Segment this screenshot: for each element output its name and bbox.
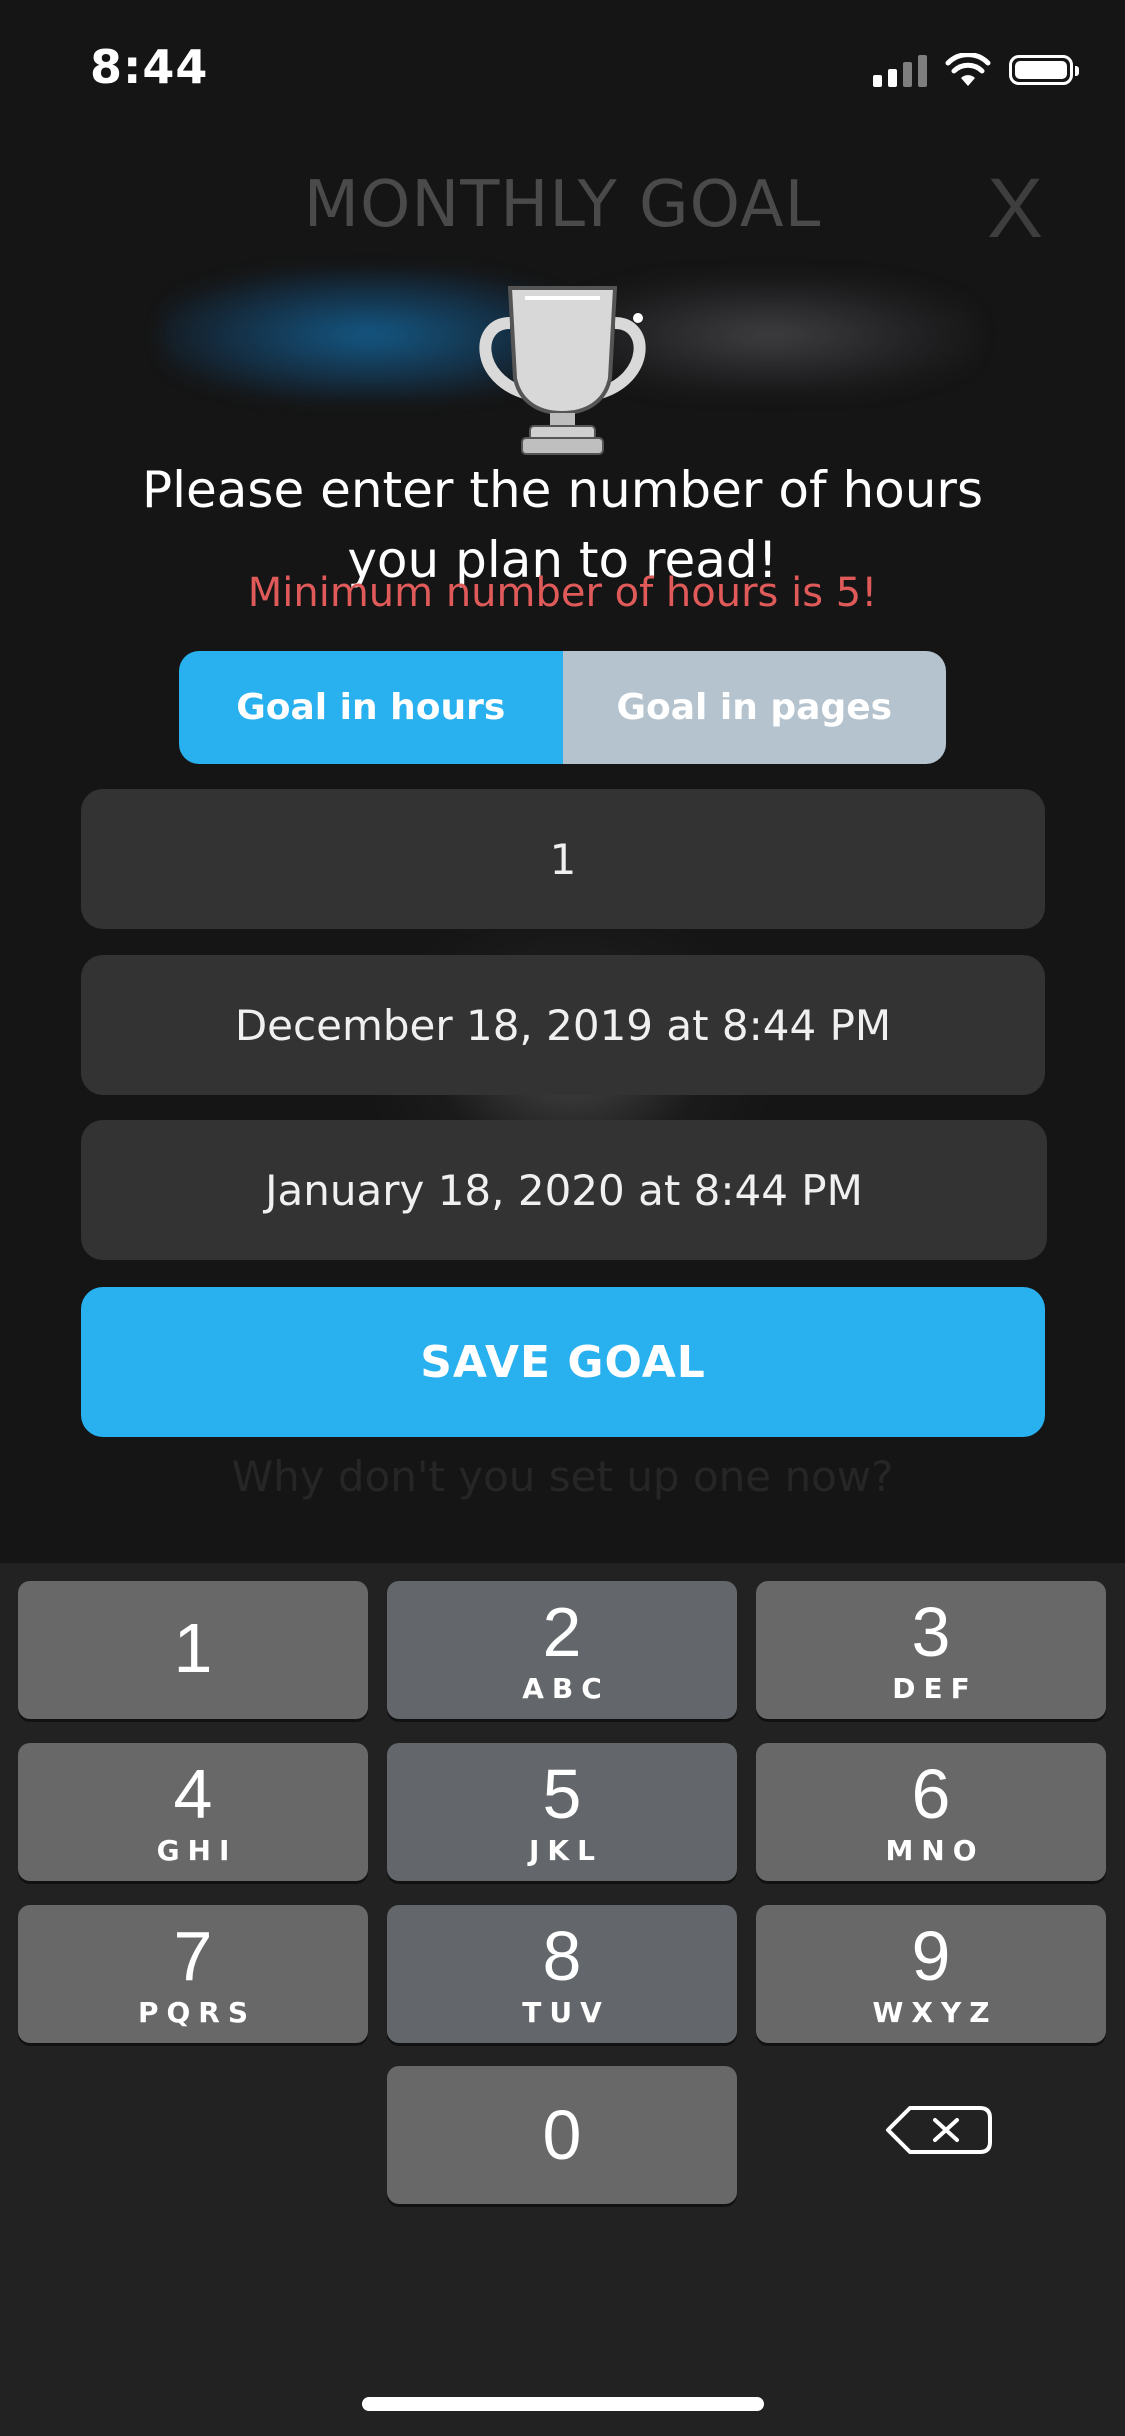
key-3[interactable]: 3 DEF [756,1581,1106,1719]
key-number: 9 [911,1916,951,1995]
key-letters: ABC [522,1671,610,1705]
key-number: 8 [542,1916,582,1995]
key-number: 4 [173,1754,213,1833]
home-indicator[interactable] [362,2397,764,2411]
key-letters: DEF [892,1671,978,1705]
key-number: 2 [542,1592,582,1671]
hours-input[interactable]: 1 [81,789,1045,929]
key-letters: GHI [156,1833,238,1867]
goal-in-hours-tab[interactable]: Goal in hours [179,651,563,764]
page-title: MONTHLY GOAL [303,168,822,242]
key-8[interactable]: 8 TUV [387,1905,737,2043]
goal-in-pages-tab[interactable]: Goal in pages [562,651,946,764]
key-number: 6 [911,1754,951,1833]
key-4[interactable]: 4 GHI [18,1743,368,1881]
goal-type-segmented-control: Goal in hours Goal in pages [179,651,946,764]
key-letters: MNO [885,1833,985,1867]
key-2[interactable]: 2 ABC [387,1581,737,1719]
screen: 8:44 MONTHLY GOAL X Why don't you set up… [0,0,1125,2436]
key-letters: JKL [529,1833,603,1867]
key-number: 5 [542,1754,582,1833]
save-goal-button[interactable]: SAVE GOAL [81,1287,1045,1437]
key-letters: TUV [522,1995,610,2029]
key-number: 7 [173,1916,213,1995]
battery-icon [1009,55,1079,85]
key-number: 1 [173,1609,213,1687]
key-6[interactable]: 6 MNO [756,1743,1106,1881]
key-7[interactable]: 7 PQRS [18,1905,368,2043]
error-message: Minimum number of hours is 5! [247,570,878,616]
key-letters: PQRS [137,1995,257,2029]
end-date-field[interactable]: January 18, 2020 at 8:44 PM [81,1120,1047,1260]
background-hint: Why don't you set up one now? [231,1452,894,1501]
start-date-field[interactable]: December 18, 2019 at 8:44 PM [81,955,1045,1095]
key-number: 0 [542,2096,582,2174]
key-letters: WXYZ [872,1995,998,2029]
key-0[interactable]: 0 [387,2066,737,2204]
key-5[interactable]: 5 JKL [387,1743,737,1881]
key-1[interactable]: 1 [18,1581,368,1719]
status-time: 8:44 [90,40,209,94]
backspace-icon[interactable] [880,2100,1000,2160]
key-9[interactable]: 9 WXYZ [756,1905,1106,2043]
close-button[interactable]: X [987,160,1043,257]
wifi-icon [945,53,991,86]
trophy-icon [479,286,646,455]
key-number: 3 [911,1592,951,1671]
signal-icon [873,53,927,87]
status-icons [873,52,1079,88]
